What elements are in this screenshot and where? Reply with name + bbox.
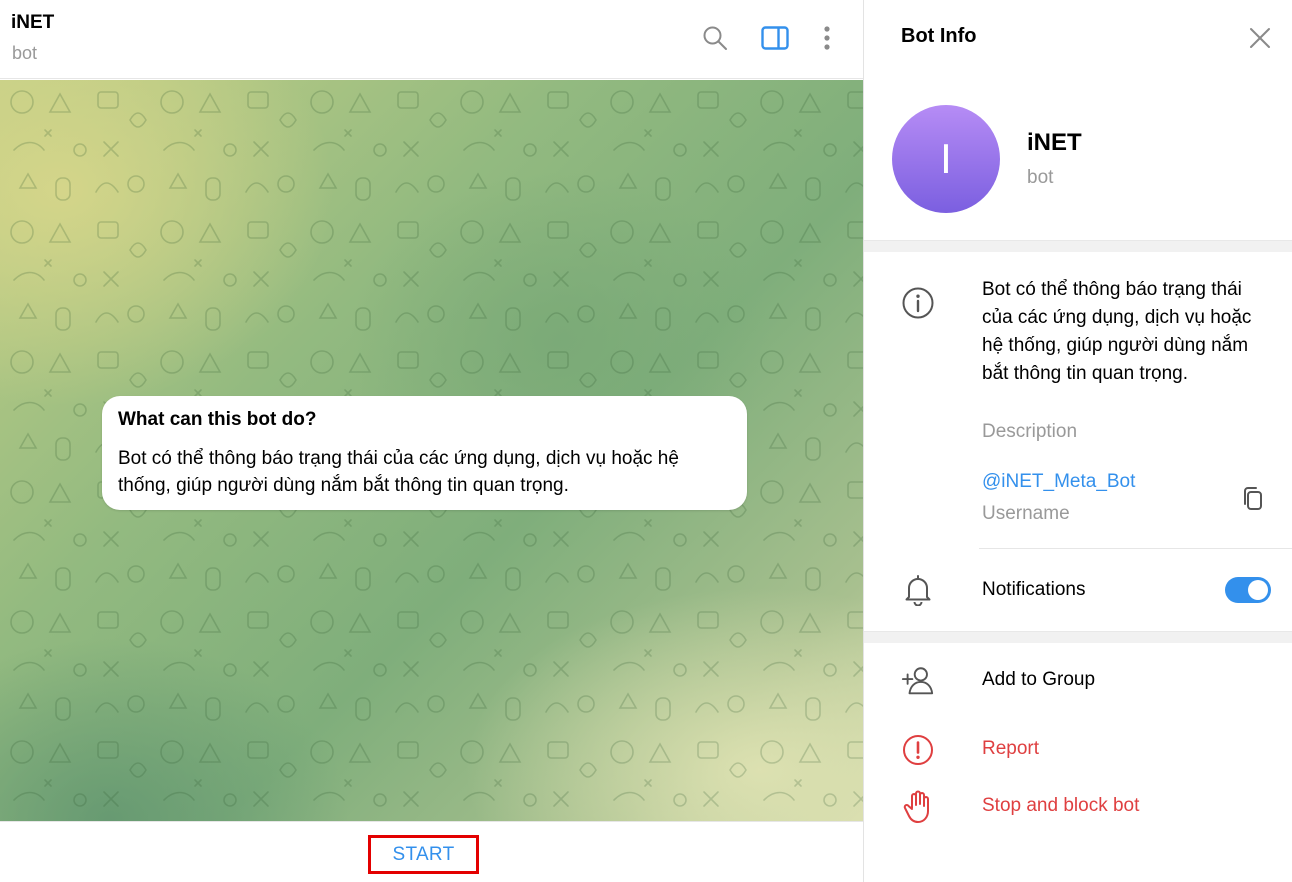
description-label: Description	[982, 421, 1078, 442]
more-options-button[interactable]	[811, 22, 843, 54]
info-icon	[901, 286, 935, 320]
hand-stop-icon	[901, 790, 935, 824]
close-icon	[1250, 28, 1270, 48]
avatar[interactable]: I	[892, 105, 1000, 213]
chat-panel: iNET bot What can this bot do? Bot có th…	[0, 0, 863, 882]
chat-title[interactable]: iNET	[11, 12, 54, 34]
more-vertical-icon	[824, 26, 830, 50]
row-divider	[979, 548, 1292, 549]
add-to-group-button[interactable]: Add to Group	[982, 669, 1095, 691]
report-button[interactable]: Report	[982, 738, 1039, 760]
search-button[interactable]	[699, 22, 731, 54]
chat-background: What can this bot do? Bot có thể thông b…	[0, 80, 863, 821]
notifications-toggle[interactable]	[1225, 577, 1271, 603]
copy-username-button[interactable]	[1238, 484, 1268, 514]
chat-header: iNET bot	[0, 0, 863, 79]
bot-intro-text: Bot có thể thông báo trạng thái của các …	[118, 448, 679, 496]
bot-info-panel: Bot Info I iNET bot Bot có thể thông báo…	[864, 0, 1292, 882]
description-text: Bot có thể thông báo trạng thái của các …	[982, 279, 1252, 384]
chat-status: bot	[12, 43, 38, 63]
section-divider	[864, 240, 1292, 252]
report-icon	[901, 733, 935, 767]
add-user-icon	[901, 664, 935, 698]
toggle-knob	[1248, 580, 1268, 600]
toggle-info-panel-button[interactable]	[759, 22, 791, 54]
chat-footer: START	[0, 821, 863, 882]
copy-icon	[1244, 487, 1262, 510]
search-icon	[703, 26, 727, 50]
bot-intro-card: What can this bot do? Bot có thể thông b…	[102, 396, 747, 510]
username-link[interactable]: @iNET_Meta_Bot	[982, 471, 1135, 493]
start-button[interactable]: START	[368, 835, 479, 874]
profile-type: bot	[1027, 167, 1054, 188]
section-divider	[864, 631, 1292, 643]
bot-intro-title: What can this bot do?	[118, 409, 317, 430]
sidebar-toggle-icon	[761, 26, 789, 50]
bell-icon	[901, 573, 935, 607]
close-button[interactable]	[1246, 24, 1274, 52]
info-panel-title: Bot Info	[901, 25, 977, 47]
notifications-label: Notifications	[982, 579, 1086, 600]
stop-and-block-button[interactable]: Stop and block bot	[982, 795, 1139, 817]
username-label: Username	[982, 503, 1070, 524]
profile-name: iNET	[1027, 129, 1082, 156]
